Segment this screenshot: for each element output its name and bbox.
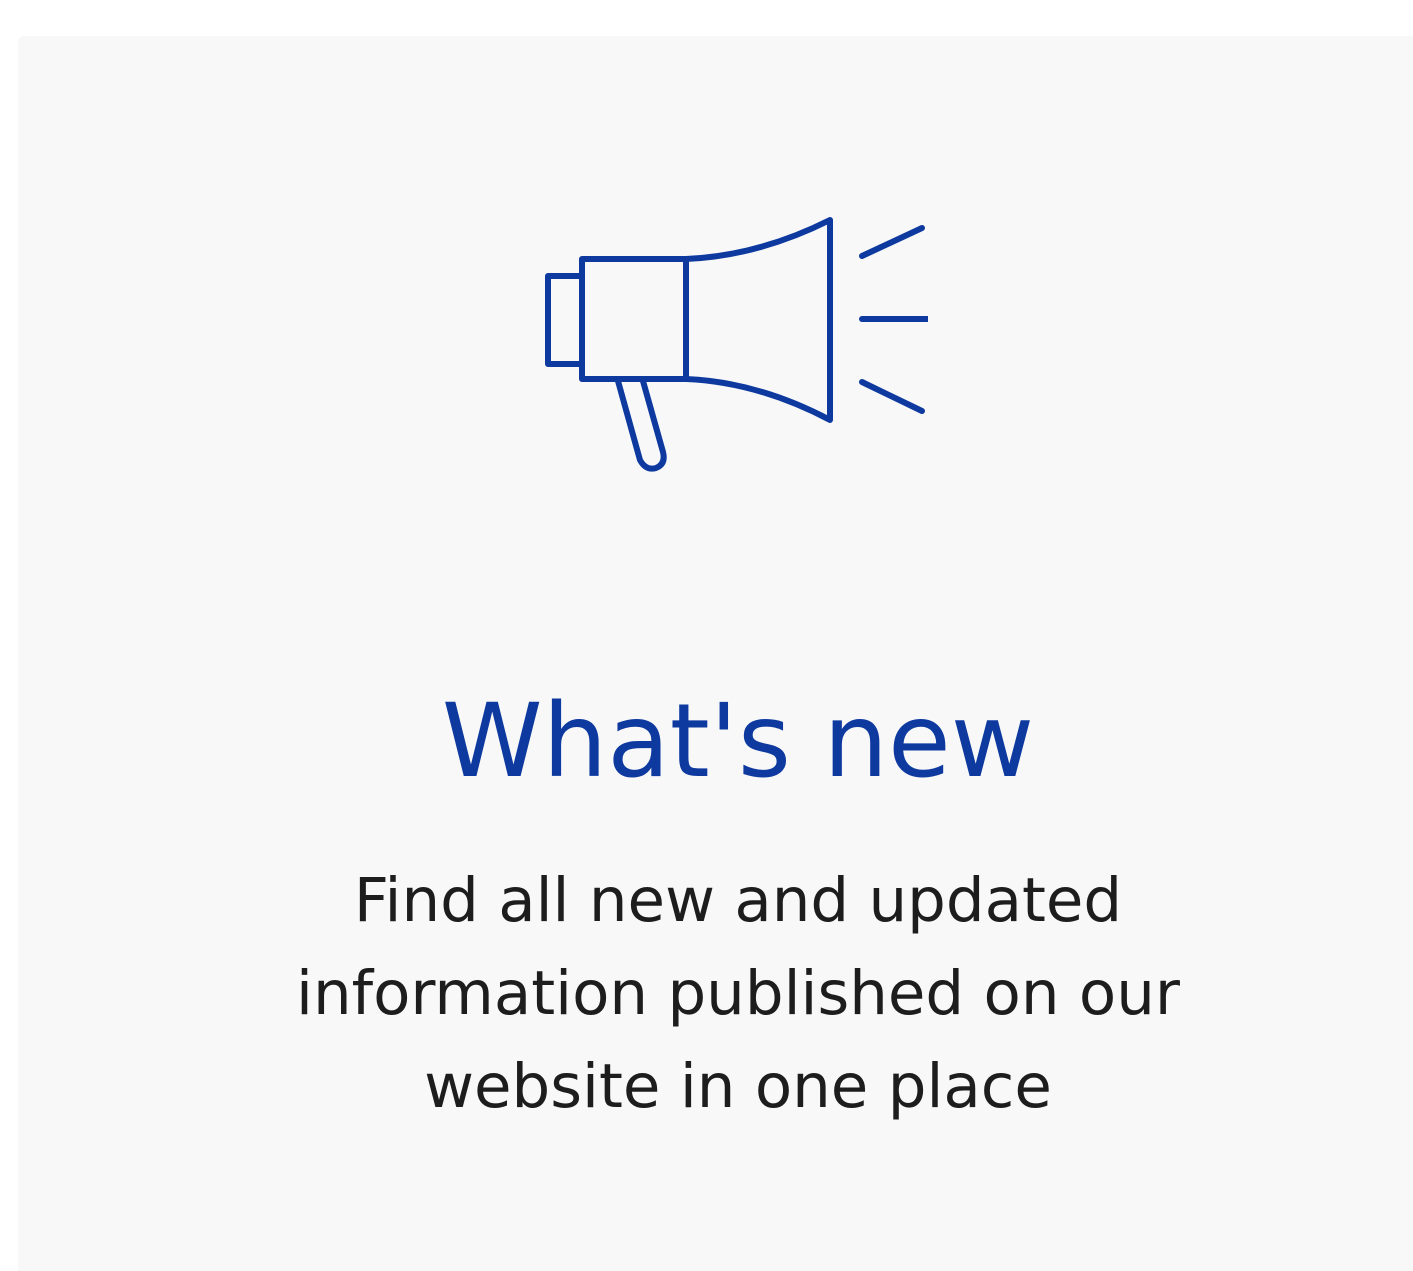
megaphone-icon: [528, 176, 928, 476]
whats-new-card[interactable]: What's new Find all new and updated info…: [18, 36, 1413, 1271]
card-description: Find all new and updated information pub…: [296, 865, 1180, 1122]
card-title[interactable]: What's new: [18, 685, 1413, 798]
